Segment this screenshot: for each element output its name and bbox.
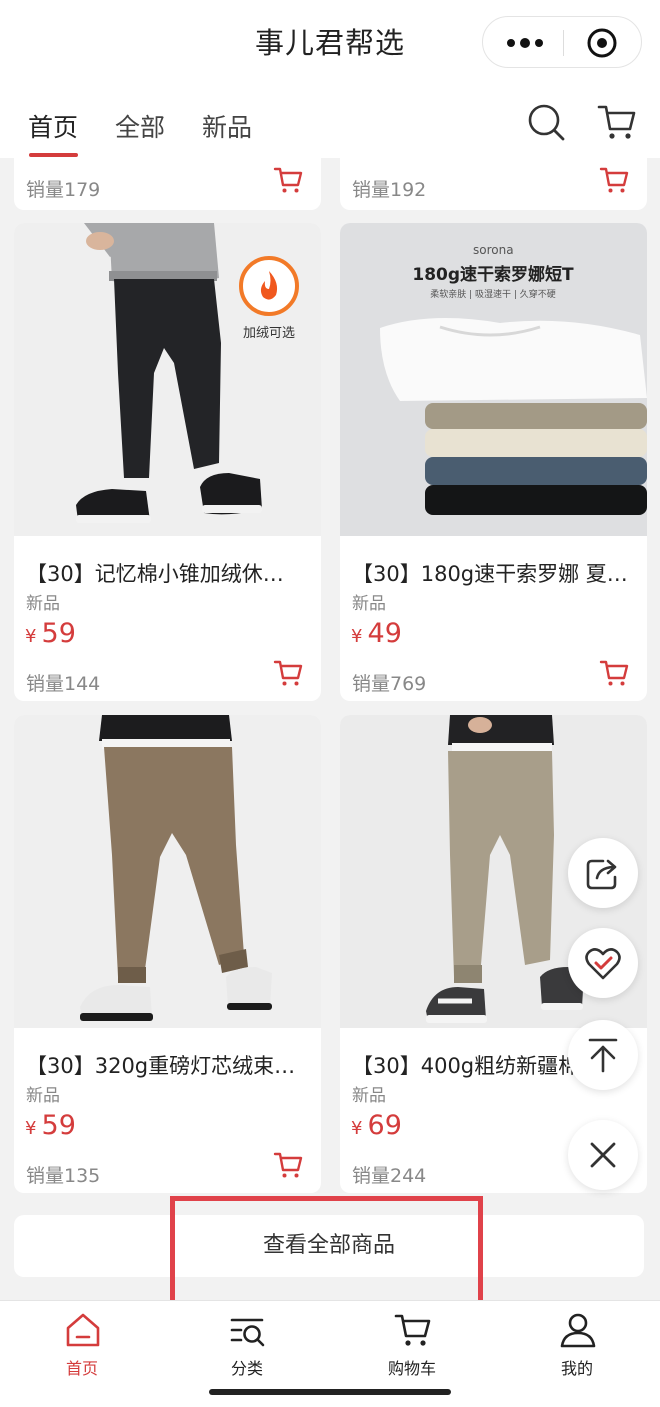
nav-category[interactable]: 分类	[187, 1301, 307, 1381]
sales-count: 销量179	[26, 179, 101, 201]
category-icon	[230, 1318, 265, 1347]
annotation-highlight-box	[170, 1196, 483, 1307]
close-icon	[590, 1142, 616, 1168]
app-header: 事儿君帮选	[0, 0, 660, 80]
more-icon[interactable]	[505, 31, 545, 55]
product-card-stub[interactable]: 销量179	[14, 158, 321, 210]
tab-bar: 首页 全部 新品	[0, 80, 660, 158]
add-to-cart-icon[interactable]	[272, 1149, 304, 1181]
product-tag: 新品	[26, 1086, 60, 1106]
product-name: 【30】记忆棉小锥加绒休…	[26, 562, 284, 586]
image-badge-label: 加绒可选	[243, 326, 295, 341]
currency-symbol: ¥	[351, 1118, 363, 1139]
product-card[interactable]: 【30】320g重磅灯芯绒束… 新品 ¥ 59 销量135	[14, 715, 321, 1193]
nav-label: 首页	[65, 1359, 98, 1378]
nav-home[interactable]: 首页	[22, 1301, 142, 1381]
sales-count: 销量144	[26, 673, 101, 695]
nav-profile[interactable]: 我的	[517, 1301, 637, 1381]
price-value: 69	[367, 1110, 402, 1141]
product-card-stub[interactable]: 销量192	[340, 158, 647, 210]
product-image: 加绒可选	[14, 223, 321, 536]
product-name: 【30】180g速干索罗娜 夏…	[352, 562, 628, 586]
image-headline: 180g速干索罗娜短T	[412, 264, 574, 285]
sales-count: 销量244	[352, 1165, 427, 1187]
cart-icon	[394, 1314, 431, 1346]
close-miniprogram-icon[interactable]	[586, 27, 618, 59]
share-icon	[586, 859, 617, 890]
heart-check-icon	[585, 948, 621, 980]
cart-icon[interactable]	[597, 102, 637, 142]
arrow-up-icon	[588, 1038, 618, 1073]
sales-count: 销量192	[352, 179, 427, 201]
share-button[interactable]	[568, 838, 638, 908]
tab-new[interactable]: 新品	[202, 108, 252, 144]
price-value: 49	[367, 618, 402, 649]
miniprogram-capsule	[482, 16, 642, 68]
tab-home[interactable]: 首页	[28, 108, 78, 144]
user-icon	[560, 1313, 596, 1348]
product-price: ¥ 49	[351, 618, 402, 649]
back-to-top-button[interactable]	[568, 1020, 638, 1090]
product-name: 【30】320g重磅灯芯绒束…	[26, 1054, 296, 1078]
search-icon[interactable]	[526, 102, 566, 142]
product-tag: 新品	[26, 594, 60, 614]
price-value: 59	[41, 618, 76, 649]
product-card[interactable]: 加绒可选 【30】记忆棉小锥加绒休… 新品 ¥ 59 销量144	[14, 223, 321, 701]
price-value: 59	[41, 1110, 76, 1141]
product-price: ¥ 69	[351, 1110, 402, 1141]
home-icon	[66, 1313, 100, 1347]
image-subheadline: 柔软亲肤 | 吸湿速干 | 久穿不硬	[430, 288, 556, 300]
currency-symbol: ¥	[25, 1118, 37, 1139]
favorite-button[interactable]	[568, 928, 638, 998]
close-floating-button[interactable]	[568, 1120, 638, 1190]
add-to-cart-icon[interactable]	[598, 164, 630, 196]
nav-label: 分类	[230, 1359, 263, 1378]
tab-active-indicator	[29, 153, 78, 157]
product-tag: 新品	[352, 1086, 386, 1106]
sales-count: 销量769	[352, 673, 427, 695]
add-to-cart-icon[interactable]	[272, 657, 304, 689]
tab-all[interactable]: 全部	[115, 108, 165, 144]
sales-count: 销量135	[26, 1165, 101, 1187]
product-price: ¥ 59	[25, 1110, 76, 1141]
nav-label: 购物车	[387, 1359, 436, 1378]
add-to-cart-icon[interactable]	[598, 657, 630, 689]
product-tag: 新品	[352, 594, 386, 614]
nav-cart[interactable]: 购物车	[352, 1301, 472, 1381]
product-image	[14, 715, 321, 1028]
product-image: sorona 180g速干索罗娜短T 柔软亲肤 | 吸湿速干 | 久穿不硬	[340, 223, 647, 536]
add-to-cart-icon[interactable]	[272, 164, 304, 196]
currency-symbol: ¥	[351, 626, 363, 647]
product-price: ¥ 59	[25, 618, 76, 649]
home-indicator	[209, 1389, 451, 1395]
product-card[interactable]: sorona 180g速干索罗娜短T 柔软亲肤 | 吸湿速干 | 久穿不硬 【3…	[340, 223, 647, 701]
nav-label: 我的	[560, 1359, 593, 1378]
currency-symbol: ¥	[25, 626, 37, 647]
capsule-divider	[563, 30, 564, 56]
brand-logo-text: sorona	[473, 243, 514, 257]
